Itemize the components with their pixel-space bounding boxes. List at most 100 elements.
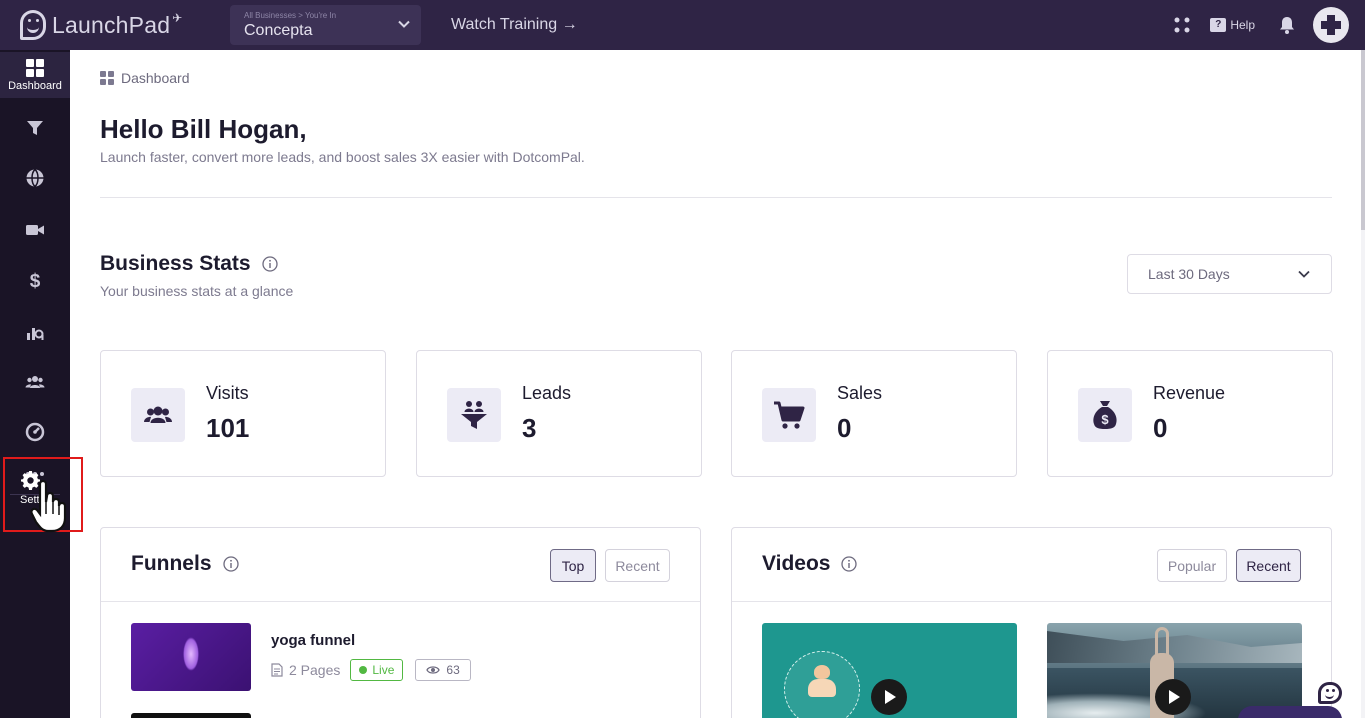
tab-popular[interactable]: Popular [1157,549,1227,582]
chat-icon[interactable] [1318,682,1342,704]
videos-panel: Videos Popular Recent [731,527,1332,718]
live-dot-icon [359,666,368,674]
stat-icon [131,388,185,442]
business-name: Concepta [244,22,313,39]
panel-title: Videos [762,552,858,576]
tab-recent[interactable]: Recent [605,549,670,582]
info-icon[interactable] [841,556,858,572]
business-caption: All Businesses > You're In [244,11,337,20]
videos-title: Videos [762,552,831,575]
sidebar-item-sales[interactable]: $ [0,258,70,302]
top-right-actions: ? Help [1174,0,1349,50]
chevron-down-icon [1298,270,1310,278]
info-icon[interactable] [222,556,239,572]
section-title: Business Stats [100,252,251,275]
speedometer-icon [25,422,45,442]
funnel-icon [27,121,43,135]
breadcrumb: Dashboard [100,70,190,86]
status-text: Live [372,663,395,677]
stat-card-leads: Leads 3 [416,350,702,477]
funnel-meta: 2 Pages Live 63 [271,659,471,681]
dashboard-icon [26,59,44,77]
dashboard-icon [100,71,114,85]
video-thumbnail[interactable] [1047,623,1302,718]
sidebar-item-contacts[interactable] [0,360,70,404]
rock-illustration [1047,631,1302,663]
funnels-panel: Funnels Top Recent yoga funnel 2 Pages L… [100,527,701,718]
stat-card-visits: Visits 101 [100,350,386,477]
sidebar: Dashboard $ [0,50,70,718]
stat-value: 3 [522,413,537,443]
svg-text:$: $ [30,271,41,290]
tab-top[interactable]: Top [550,549,596,582]
stat-icon [762,388,816,442]
funnels-title: Funnels [131,552,212,575]
help-icon: ? [1210,18,1227,32]
svg-text:$: $ [1101,412,1109,427]
cart-icon [774,401,805,429]
section-subtitle: Your business stats at a glance [100,283,294,299]
views-badge: 63 [415,659,471,681]
top-bar: LaunchPad ✈ All Businesses > You're In C… [0,0,1365,50]
breadcrumb-label[interactable]: Dashboard [121,70,190,86]
stat-label: Sales [837,383,883,403]
business-stats-heading: Business Stats [100,252,278,276]
funnel-thumbnail[interactable] [131,713,251,718]
users-icon [144,406,172,423]
funnel-pages: 2 Pages [289,662,341,678]
video-icon [26,225,44,235]
stat-value: 0 [837,413,852,443]
logo-mark-icon [20,10,46,40]
stat-icon: $ [1078,388,1132,442]
play-button[interactable] [871,679,907,715]
sidebar-item-dashboard[interactable]: Dashboard [0,52,70,98]
sidebar-item-performance[interactable] [0,410,70,454]
chat-widget-tab[interactable] [1238,706,1342,718]
bell-icon[interactable] [1279,16,1295,34]
date-range-select[interactable]: Last 30 Days [1127,254,1332,294]
globe-icon [26,168,44,188]
dollar-icon: $ [30,271,41,290]
sidebar-item-analytics[interactable] [0,310,70,354]
logo[interactable]: LaunchPad ✈ [20,10,230,40]
money-bag-icon: $ [1093,401,1117,429]
yogi-illustration [814,665,830,679]
video-thumbnail[interactable] [762,623,1017,718]
stat-card-revenue: $ Revenue 0 [1047,350,1333,477]
views-count: 63 [446,663,460,677]
play-button[interactable] [1155,679,1191,715]
page-subtitle: Launch faster, convert more leads, and b… [100,149,585,165]
date-range-value: Last 30 Days [1148,266,1230,282]
stat-card-sales: Sales 0 [731,350,1017,477]
page-icon [271,663,283,677]
logo-text: LaunchPad [52,11,171,38]
scrollbar-thumb[interactable] [1361,50,1365,230]
stat-label: Visits [206,383,249,403]
stat-value: 101 [206,413,250,443]
tab-recent[interactable]: Recent [1236,549,1301,582]
apps-grid-icon[interactable] [1174,17,1190,33]
eye-icon [426,666,441,674]
stat-icon [447,388,501,442]
help-button[interactable]: ? Help [1210,18,1255,32]
stat-label: Leads [522,383,572,403]
yogi-illustration [808,679,836,697]
divider [100,197,1332,198]
sidebar-item-funnels[interactable] [0,106,70,150]
main-content: Dashboard Hello Bill Hogan, Launch faste… [70,50,1365,718]
avatar[interactable] [1313,7,1349,43]
stat-value: 0 [1153,413,1168,443]
page-title: Hello Bill Hogan, [100,114,307,144]
business-selector[interactable]: All Businesses > You're In Concepta [230,5,421,45]
funnel-thumbnail[interactable] [131,623,251,691]
users-icon [25,376,45,388]
watch-training-link[interactable]: Watch Training → [451,16,578,34]
chevron-down-icon [398,20,410,28]
funnel-name[interactable]: yoga funnel [271,632,355,649]
panel-title: Funnels [131,552,239,576]
info-icon[interactable] [261,256,278,272]
panel-header: Funnels Top Recent [101,528,700,602]
sidebar-item-label: Dashboard [8,80,62,92]
sidebar-item-sites[interactable] [0,156,70,200]
sidebar-item-videos[interactable] [0,208,70,252]
